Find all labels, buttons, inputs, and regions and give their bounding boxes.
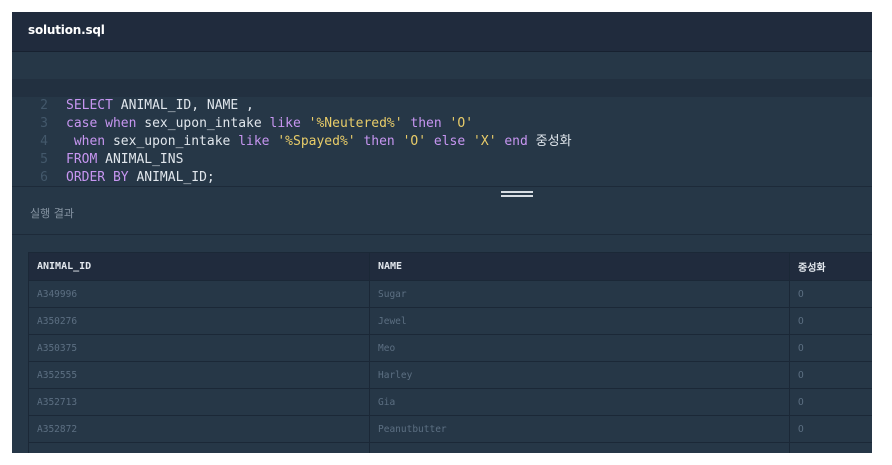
column-header-name: NAME	[369, 252, 790, 281]
code-line-6[interactable]: 6	[12, 151, 872, 185]
cell-animal-id: A350375	[28, 334, 370, 362]
table-row: A349996 Sugar O	[28, 280, 872, 308]
cell-name	[369, 442, 790, 453]
code-text[interactable]: ORDER BY ANIMAL_ID;	[66, 169, 215, 187]
cell-name: Meo	[369, 334, 790, 362]
column-header-animal-id: ANIMAL_ID	[28, 252, 370, 281]
table-row: A350276 Jewel O	[28, 307, 872, 335]
results-title: 실행 결과	[30, 207, 74, 220]
code-line-2[interactable]: 2 case when sex_upon_intake like '%Neute…	[12, 79, 872, 131]
cell-animal-id: A352872	[28, 415, 370, 443]
results-table: ANIMAL_ID NAME 중성화 A349996 Sugar O A3502…	[28, 252, 872, 453]
code-line-3[interactable]: 3 when sex_upon_intake like '%Spayed%' t…	[12, 97, 872, 149]
cell-name: Gia	[369, 388, 790, 416]
cell-name: Sugar	[369, 280, 790, 308]
cell-neutered: O	[789, 361, 872, 389]
sql-editor-window: solution.sql 1 SELECT ANIMAL_ID, NAME , …	[12, 12, 872, 453]
table-row: A352713 Gia O	[28, 388, 872, 416]
code-editor[interactable]: 1 SELECT ANIMAL_ID, NAME , 2 case when s…	[12, 53, 872, 186]
cell-neutered: O	[789, 388, 872, 416]
cell-neutered	[789, 442, 872, 453]
resize-handle-icon[interactable]	[501, 191, 533, 197]
cell-animal-id	[28, 442, 370, 453]
file-tab-bar: solution.sql	[12, 12, 872, 52]
cell-animal-id: A350276	[28, 307, 370, 335]
table-row: A352555 Harley O	[28, 361, 872, 389]
cell-animal-id: A352555	[28, 361, 370, 389]
table-row: A352872 Peanutbutter O	[28, 415, 872, 443]
code-line-4[interactable]: 4 FROM ANIMAL_INS	[12, 115, 872, 167]
cell-animal-id: A352713	[28, 388, 370, 416]
identifier: ANIMAL_ID;	[128, 170, 215, 185]
table-row: A350375 Meo O	[28, 334, 872, 362]
cell-name: Jewel	[369, 307, 790, 335]
table-row	[28, 442, 872, 453]
cell-neutered: O	[789, 415, 872, 443]
code-line-5[interactable]: 5 ORDER BY ANIMAL_ID;	[12, 133, 872, 185]
cell-name: Peanutbutter	[369, 415, 790, 443]
cell-neutered: O	[789, 334, 872, 362]
column-header-neutered: 중성화	[789, 252, 872, 281]
cell-neutered: O	[789, 307, 872, 335]
table-header-row: ANIMAL_ID NAME 중성화	[28, 252, 872, 281]
results-table-container[interactable]: ANIMAL_ID NAME 중성화 A349996 Sugar O A3502…	[28, 252, 872, 453]
keyword: ORDER BY	[66, 170, 129, 185]
cell-neutered: O	[789, 280, 872, 308]
cell-name: Harley	[369, 361, 790, 389]
line-number: 6	[40, 170, 48, 185]
results-header: 실행 결과	[12, 187, 872, 235]
code-line-1[interactable]: 1 SELECT ANIMAL_ID, NAME ,	[12, 61, 872, 113]
file-title[interactable]: solution.sql	[28, 23, 105, 37]
cell-animal-id: A349996	[28, 280, 370, 308]
